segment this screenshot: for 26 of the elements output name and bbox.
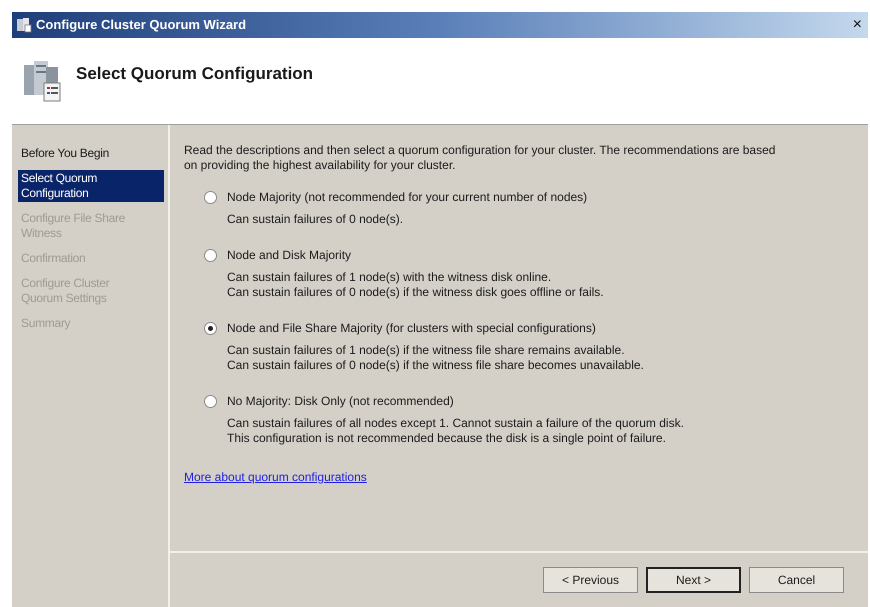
window-title: Configure Cluster Quorum Wizard (36, 16, 246, 34)
option-label[interactable]: Node Majority (not recommended for your current number of nodes) (227, 188, 588, 206)
radio-button[interactable] (204, 248, 217, 262)
option-label[interactable]: Node and File Share Majority (for clusters with special configurations) (227, 319, 596, 337)
option-description: Can sustain failures of 0 node(s). (227, 212, 404, 227)
radio-button[interactable] (204, 322, 217, 334)
option-description: Can sustain failures of 1 node(s) with the witness disk online. (227, 270, 552, 285)
option-label[interactable]: No Majority: Disk Only (not recommended) (227, 392, 454, 410)
app-icon (16, 17, 32, 33)
wizard-button[interactable]: Cancel (749, 567, 844, 593)
radio-button[interactable] (204, 394, 217, 408)
option-description: Can sustain failures of all nodes except 1. Cannot sustain a failure of the quorum disk. This configuration is not recommended because the disk is a single point of failure. (227, 416, 685, 446)
page-title: Select Quorum Configuration (76, 63, 314, 86)
sidebar-item[interactable]: Before You Begin (18, 145, 164, 162)
sidebar-item[interactable]: Select Quorum Configuration (18, 170, 164, 202)
wizard-button[interactable]: < Previous (543, 567, 638, 593)
option-description: Can sustain failures of 1 node(s) if the witness file share remains available. (227, 343, 626, 358)
intro-text: Read the descriptions and then select a quorum configuration for your cluster. The recommendations are based on providing the highest availability for your cluster. (184, 143, 776, 173)
close-button[interactable]: × (850, 17, 864, 33)
option-description: Can sustain failures of 0 node(s) if the witness disk goes offline or fails. (227, 285, 605, 300)
radio-button[interactable] (204, 190, 217, 204)
option-description: Can sustain failures of 0 node(s) if the witness file share becomes unavailable. (227, 358, 645, 373)
wizard-button[interactable]: Next > (646, 567, 741, 593)
help-link[interactable]: More about quorum configurations (184, 468, 367, 486)
option-label[interactable]: Node and Disk Majority (227, 246, 352, 264)
server-icon (22, 59, 62, 103)
